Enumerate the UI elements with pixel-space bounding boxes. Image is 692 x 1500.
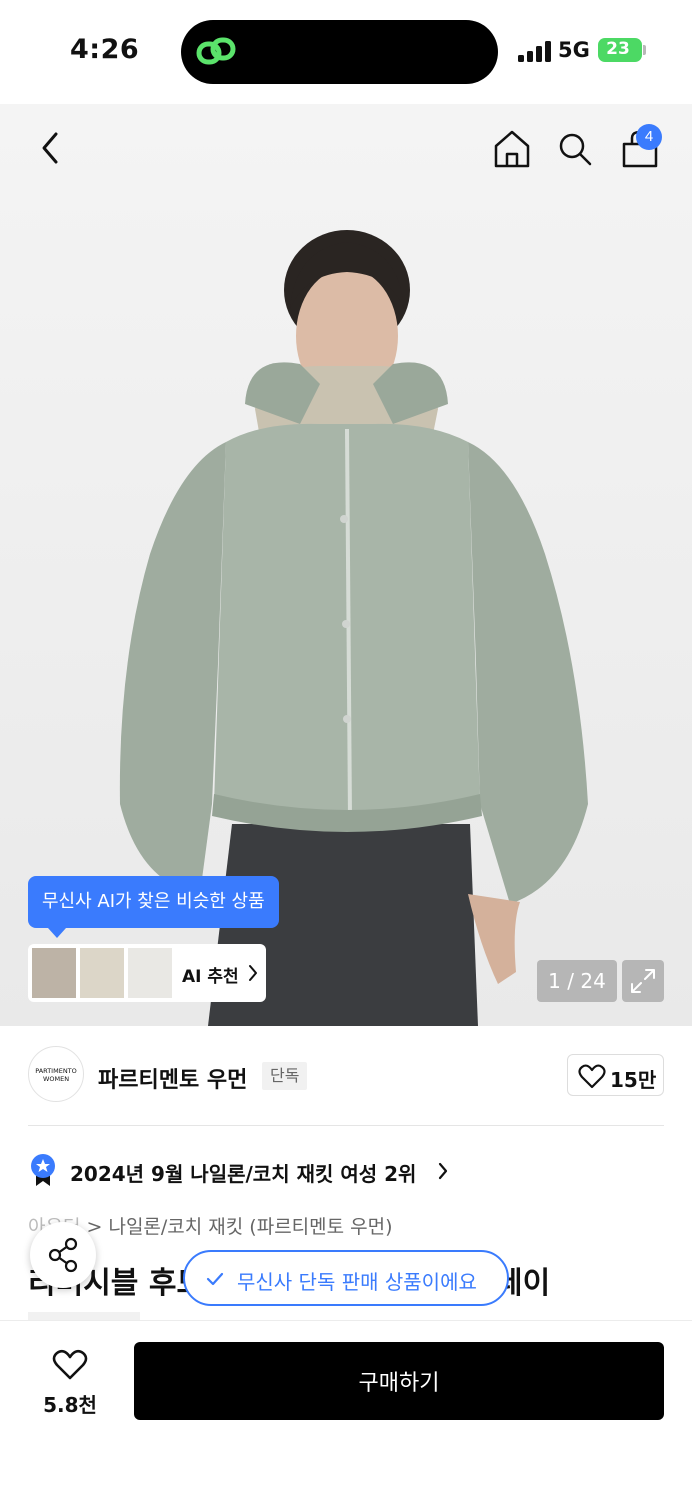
status-bar: 4:26 5G 23: [0, 0, 692, 104]
divider: [28, 1125, 664, 1126]
top-navigation: 4: [0, 104, 692, 194]
wishlist-count: 5.8천: [43, 1393, 97, 1417]
heart-icon: [578, 1064, 606, 1089]
ranking-text: 2024년 9월 나일론/코치 재킷 여성 2위: [70, 1162, 417, 1186]
chevron-left-icon: [42, 132, 58, 164]
cart-button[interactable]: 4: [620, 124, 666, 170]
search-icon: [559, 133, 592, 166]
home-icon: [494, 130, 530, 168]
brand-row: PARTIMENTO WOMEN 파르티멘토 우먼 단독 15만: [0, 1046, 692, 1106]
brand-like-count: 15만: [610, 1068, 657, 1092]
cart-count-badge: 4: [636, 124, 662, 150]
search-button[interactable]: [556, 130, 594, 168]
image-counter: 1 / 24: [537, 960, 617, 1002]
ai-recommend-label: AI 추천: [182, 967, 239, 987]
signal-icon: [518, 40, 552, 62]
wishlist-button[interactable]: 5.8천: [28, 1345, 112, 1425]
brand-name[interactable]: 파르티멘토 우먼: [98, 1062, 247, 1094]
brand-logo-line1: PARTIMENTO: [35, 1067, 77, 1075]
expand-icon: [631, 969, 655, 993]
check-icon: [206, 1272, 224, 1286]
breadcrumb-item-category[interactable]: 나일론/코치 재킷 (파르티멘토 우먼): [108, 1216, 392, 1238]
chevron-right-icon: [249, 965, 257, 981]
brand-like-button[interactable]: 15만: [567, 1054, 664, 1096]
brand-logo-line2: WOMEN: [42, 1075, 70, 1083]
heart-icon: [52, 1349, 88, 1380]
link-app-icon: [196, 37, 236, 65]
ai-thumbnail-1: [32, 948, 76, 998]
bottom-action-bar: 5.8천 구매하기: [0, 1320, 692, 1500]
dynamic-island: [181, 20, 498, 84]
battery-level: 23: [606, 39, 630, 59]
ai-similar-tooltip: 무신사 AI가 찾은 비슷한 상품: [28, 876, 279, 938]
exclusive-sale-text: 무신사 단독 판매 상품이에요: [237, 1270, 477, 1294]
exclusive-sale-pill: 무신사 단독 판매 상품이에요: [183, 1250, 509, 1306]
expand-button[interactable]: [622, 960, 664, 1002]
battery-nub: [643, 45, 646, 55]
ai-recommend-card[interactable]: AI 추천: [28, 944, 266, 1002]
buy-button[interactable]: 구매하기: [134, 1342, 664, 1420]
share-icon: [48, 1237, 78, 1273]
battery-icon: 23: [598, 38, 642, 62]
network-label: 5G: [558, 38, 590, 62]
share-button[interactable]: [30, 1222, 96, 1288]
status-time: 4:26: [70, 34, 140, 65]
ai-thumbnail-2: [80, 948, 124, 998]
exclusive-badge: 단독: [262, 1062, 308, 1090]
brand-logo[interactable]: PARTIMENTO WOMEN: [28, 1046, 84, 1102]
ai-thumbnail-3: [128, 948, 172, 998]
ranking-medal-icon: [31, 1154, 55, 1186]
back-button[interactable]: [34, 130, 66, 166]
chevron-right-icon: [438, 1162, 448, 1180]
ranking-row[interactable]: 2024년 9월 나일론/코치 재킷 여성 2위: [28, 1150, 668, 1190]
home-button[interactable]: [492, 128, 532, 170]
